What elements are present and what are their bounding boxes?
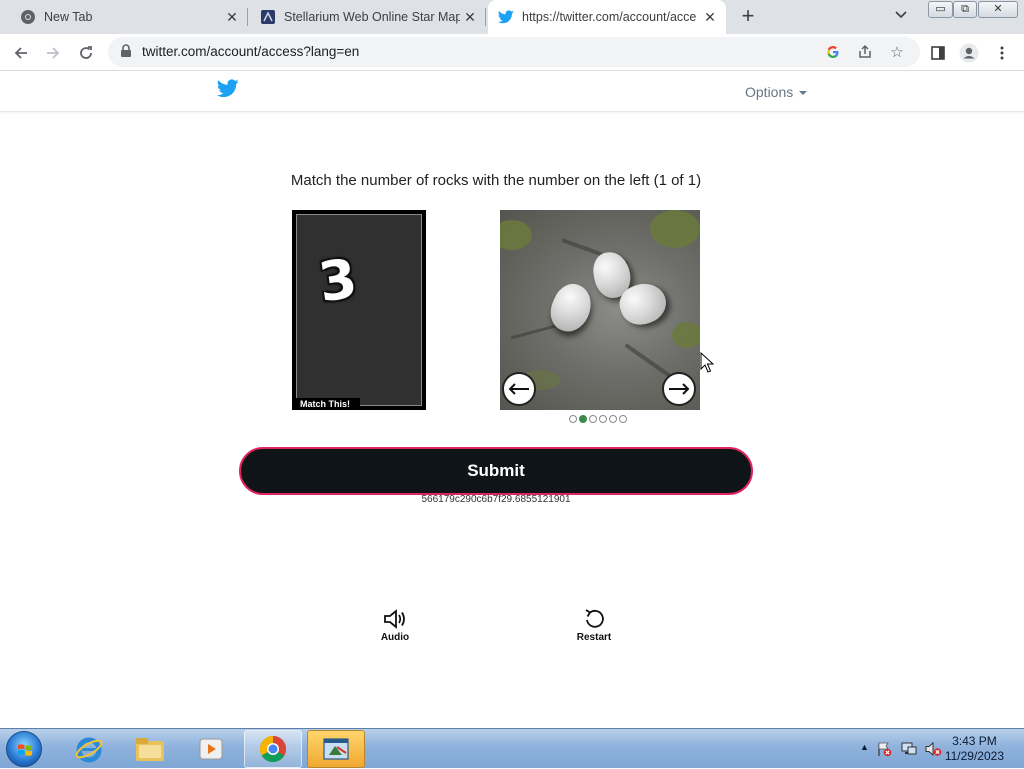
- google-icon[interactable]: [824, 43, 842, 61]
- arrow-right-icon: [669, 383, 690, 395]
- clock-date: 11/29/2023: [944, 749, 1004, 763]
- internet-explorer-icon: [75, 737, 103, 763]
- bookmark-star-icon[interactable]: ☆: [888, 43, 906, 61]
- system-tray: ▲ 3:43 PM 11/29/2023: [834, 729, 1024, 769]
- minimize-button[interactable]: ▭: [928, 1, 953, 18]
- side-panel-icon[interactable]: [926, 41, 950, 65]
- stellarium-icon: [260, 9, 276, 25]
- windows-taskbar: ▲ 3:43 PM 11/29/2023: [0, 728, 1024, 768]
- pagination-dot[interactable]: [579, 415, 587, 423]
- pagination-dot[interactable]: [589, 415, 597, 423]
- rock: [543, 278, 599, 338]
- show-hidden-icons-icon[interactable]: ▲: [860, 742, 869, 752]
- restart-label: Restart: [576, 632, 612, 643]
- tab-search-icon[interactable]: [895, 6, 907, 22]
- ground-crack: [510, 323, 560, 340]
- match-this-label: Match This!: [296, 398, 360, 410]
- target-number-panel: 3: [296, 214, 422, 406]
- browser-toolbar: twitter.com/account/access?lang=en ☆: [0, 34, 1024, 71]
- network-icon[interactable]: [900, 741, 918, 757]
- address-bar[interactable]: twitter.com/account/access?lang=en ☆: [108, 37, 920, 67]
- start-button[interactable]: [6, 731, 42, 767]
- restart-icon: [585, 609, 604, 628]
- back-icon[interactable]: [9, 41, 33, 65]
- tab-title: New Tab: [44, 10, 93, 24]
- options-dropdown[interactable]: Options: [745, 84, 808, 100]
- reload-icon[interactable]: [74, 41, 98, 65]
- next-image-button[interactable]: [662, 372, 696, 406]
- share-icon[interactable]: [856, 43, 874, 61]
- twitter-logo-icon[interactable]: [216, 79, 239, 103]
- tab-stellarium[interactable]: Stellarium Web Online Star Map ✕: [248, 0, 486, 34]
- moss-patch: [500, 220, 532, 250]
- audio-button[interactable]: Audio: [365, 608, 425, 643]
- media-player-icon: [199, 738, 223, 760]
- restore-button[interactable]: ⧉: [953, 1, 977, 18]
- mouse-cursor-icon: [700, 352, 714, 373]
- submit-button[interactable]: Submit: [239, 447, 753, 495]
- chrome-icon: [20, 9, 36, 25]
- target-number: 3: [314, 246, 361, 315]
- windows-flag-icon: [18, 744, 32, 756]
- taskbar-highlighted-app[interactable]: [307, 730, 365, 768]
- lock-icon[interactable]: [120, 44, 132, 63]
- captcha-instruction: Match the number of rocks with the numbe…: [290, 172, 702, 189]
- chrome-icon: [259, 735, 287, 763]
- tab-close-icon[interactable]: ✕: [700, 9, 720, 26]
- taskbar-internet-explorer[interactable]: [60, 730, 118, 768]
- rocks-image[interactable]: [500, 210, 700, 410]
- tab-title: Stellarium Web Online Star Map: [284, 10, 460, 24]
- image-pagination: [569, 415, 627, 423]
- action-center-flag-icon[interactable]: [876, 741, 892, 757]
- tab-strip: New Tab ✕ Stellarium Web Online Star Map…: [0, 0, 1024, 34]
- menu-kebab-icon[interactable]: [990, 41, 1014, 65]
- session-id: 566179c290c6b7f29.6855121901: [421, 494, 571, 505]
- pagination-dot[interactable]: [609, 415, 617, 423]
- taskbar-file-explorer[interactable]: [121, 730, 179, 768]
- previous-image-button[interactable]: [502, 372, 536, 406]
- clock-time: 3:43 PM: [952, 734, 997, 748]
- options-label: Options: [745, 84, 794, 100]
- taskbar-chrome[interactable]: [244, 730, 302, 768]
- tab-close-icon[interactable]: ✕: [222, 9, 242, 26]
- twitter-icon: [498, 9, 514, 25]
- pagination-dot[interactable]: [599, 415, 607, 423]
- volume-muted-icon[interactable]: [924, 741, 942, 757]
- new-tab-button[interactable]: +: [736, 4, 760, 30]
- close-window-button[interactable]: ✕: [978, 1, 1018, 18]
- restart-button[interactable]: Restart: [564, 608, 624, 643]
- pagination-dot[interactable]: [619, 415, 627, 423]
- tab-twitter[interactable]: https://twitter.com/account/acce ✕: [488, 0, 726, 34]
- taskbar-media-player[interactable]: [182, 730, 240, 768]
- speaker-icon: [384, 609, 405, 629]
- url-text[interactable]: twitter.com/account/access?lang=en: [142, 44, 359, 59]
- moss-patch: [650, 210, 700, 248]
- pagination-dot[interactable]: [569, 415, 577, 423]
- profile-avatar-icon[interactable]: [957, 41, 981, 65]
- tab-title: https://twitter.com/account/acce: [522, 10, 697, 24]
- clock[interactable]: 3:43 PM 11/29/2023: [945, 734, 1004, 764]
- forward-icon[interactable]: [41, 41, 65, 65]
- audio-label: Audio: [380, 632, 410, 643]
- app-window-icon: [323, 738, 349, 760]
- caret-down-icon: [799, 91, 808, 96]
- arrow-left-icon: [508, 383, 529, 395]
- tab-close-icon[interactable]: ✕: [460, 9, 480, 26]
- moss-patch: [672, 322, 700, 348]
- target-number-card: 3 Match This!: [292, 210, 426, 410]
- twitter-header: Options: [0, 71, 1024, 112]
- folder-icon: [136, 738, 164, 761]
- tab-new-tab[interactable]: New Tab ✕: [0, 0, 248, 34]
